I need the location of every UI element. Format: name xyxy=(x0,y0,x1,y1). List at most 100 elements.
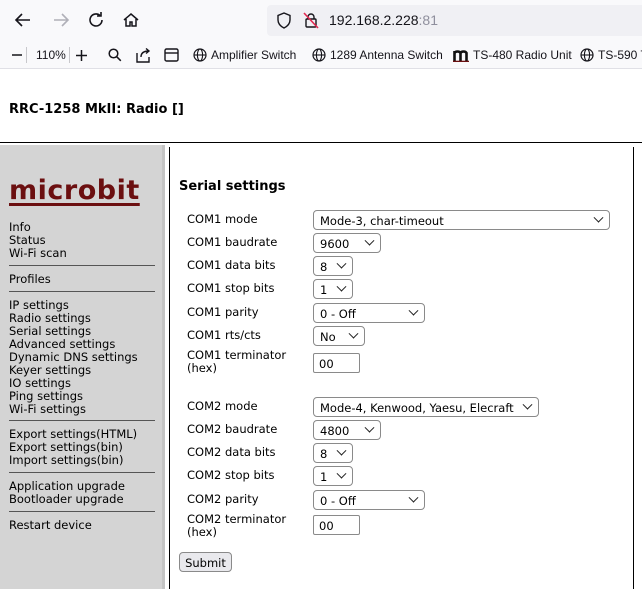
chevron-down-icon xyxy=(336,258,347,269)
com2-terminator-input[interactable]: 00 xyxy=(313,515,360,535)
zoom-level[interactable]: 110% xyxy=(36,46,66,64)
com1-rts-cts-label: COM1 rts/cts xyxy=(187,328,261,342)
com1-parity-value: 0 - Off xyxy=(320,307,356,321)
menu-divider xyxy=(9,472,155,473)
minus-icon xyxy=(12,54,22,56)
home-button[interactable] xyxy=(118,8,144,32)
menu-group-settings: IP settings Radio settings Serial settin… xyxy=(9,299,138,416)
com2-mode-value: Mode-4, Kenwood, Yaesu, Elecraft xyxy=(320,401,514,415)
zoom-out-button[interactable] xyxy=(11,46,27,64)
com1-stop-bits-value: 1 xyxy=(320,283,328,297)
zoom-divider xyxy=(26,47,27,63)
com1-baudrate-value: 9600 xyxy=(320,237,350,251)
com2-terminator-label: COM2 terminator (hex) xyxy=(187,513,286,539)
reload-button[interactable] xyxy=(83,8,109,32)
reload-icon xyxy=(89,12,103,27)
com1-mode-select[interactable]: Mode-3, char-timeout xyxy=(313,210,610,230)
com1-terminator-label-line2: (hex) xyxy=(187,361,217,375)
bookmark-label: 1289 Antenna Switch xyxy=(330,48,443,62)
search-button[interactable] xyxy=(108,46,126,64)
back-button[interactable] xyxy=(10,8,36,32)
url-text: 192.168.2.228:81 xyxy=(329,12,438,28)
com1-parity-label: COM1 parity xyxy=(187,305,259,319)
back-arrow-icon xyxy=(14,13,30,27)
chevron-down-icon xyxy=(364,422,375,433)
menu-divider xyxy=(9,265,155,266)
menu-item-restart-device[interactable]: Restart device xyxy=(9,519,92,532)
com1-baudrate-select[interactable]: 9600 xyxy=(313,233,381,253)
forward-button[interactable] xyxy=(48,8,74,32)
com2-baudrate-select[interactable]: 4800 xyxy=(313,420,381,440)
shield-icon xyxy=(277,12,291,29)
url-port: :81 xyxy=(418,12,438,28)
menu-group-profiles: Profiles xyxy=(9,273,51,286)
sidebar-button[interactable] xyxy=(164,46,183,64)
bookmarks-toolbar: 110% Amplifier Switch 1289 Antenna Switc… xyxy=(0,40,642,69)
share-button[interactable] xyxy=(136,46,155,64)
chevron-down-icon xyxy=(364,235,375,246)
url-host: 192.168.2.228 xyxy=(329,12,419,28)
com1-stop-bits-select[interactable]: 1 xyxy=(313,279,353,299)
globe-icon xyxy=(312,48,326,62)
menu-item-bootloader-upgrade[interactable]: Bootloader upgrade xyxy=(9,493,125,506)
bookmark-amplifier-switch[interactable]: Amplifier Switch xyxy=(193,46,296,64)
chevron-down-icon xyxy=(336,281,347,292)
chevron-down-icon xyxy=(408,305,419,316)
bookmark-ts-480-radio-unit[interactable]: TS-480 Radio Unit xyxy=(453,46,572,64)
insecure-lock-icon xyxy=(303,12,319,29)
menu-group-export: Export settings(HTML) Export settings(bi… xyxy=(9,428,137,467)
chevron-down-icon xyxy=(336,468,347,479)
address-bar[interactable]: 192.168.2.228:81 xyxy=(267,5,642,36)
com1-terminator-label: COM1 terminator (hex) xyxy=(187,349,286,375)
section-heading: Serial settings xyxy=(179,179,286,194)
com2-data-bits-label: COM2 data bits xyxy=(187,445,276,459)
com2-parity-select[interactable]: 0 - Off xyxy=(313,490,425,510)
com2-parity-value: 0 - Off xyxy=(320,494,356,508)
menu-item-wifi-scan[interactable]: Wi-Fi scan xyxy=(9,247,67,260)
com2-mode-label: COM2 mode xyxy=(187,399,258,413)
com2-mode-select[interactable]: Mode-4, Kenwood, Yaesu, Elecraft xyxy=(313,397,539,417)
com1-terminator-input[interactable]: 00 xyxy=(313,353,360,373)
com1-rts-cts-select[interactable]: No xyxy=(313,326,365,346)
com1-stop-bits-label: COM1 stop bits xyxy=(187,281,275,295)
bookmark-label: Amplifier Switch xyxy=(211,48,297,62)
microbit-logo: microbit xyxy=(9,175,140,206)
bookmark-1289-antenna-switch[interactable]: 1289 Antenna Switch xyxy=(312,46,443,64)
chevron-down-icon xyxy=(408,492,419,503)
chevron-down-icon xyxy=(348,328,359,339)
com1-data-bits-value: 8 xyxy=(320,260,328,274)
sidebar: microbit Info Status Wi-Fi scan Profiles… xyxy=(0,145,165,589)
menu-item-profiles[interactable]: Profiles xyxy=(9,273,51,286)
globe-icon xyxy=(193,48,207,62)
menu-divider xyxy=(9,511,155,512)
com1-mode-value: Mode-3, char-timeout xyxy=(320,214,444,228)
com1-rts-cts-value: No xyxy=(320,330,336,344)
com2-data-bits-select[interactable]: 8 xyxy=(313,443,353,463)
zoom-in-button[interactable] xyxy=(75,46,92,64)
com2-parity-label: COM2 parity xyxy=(187,492,259,506)
submit-button[interactable]: Submit xyxy=(179,552,232,572)
com1-baudrate-label: COM1 baudrate xyxy=(187,235,278,249)
bookmark-ts-590[interactable]: TS-590 T xyxy=(580,46,642,64)
com2-baudrate-value: 4800 xyxy=(320,424,350,438)
menu-divider xyxy=(9,291,155,292)
globe-icon xyxy=(580,48,594,62)
com2-stop-bits-select[interactable]: 1 xyxy=(313,466,353,486)
com2-stop-bits-label: COM2 stop bits xyxy=(187,468,275,482)
menu-group-status: Info Status Wi-Fi scan xyxy=(9,221,67,260)
com1-parity-select[interactable]: 0 - Off xyxy=(313,303,425,323)
plus-icon xyxy=(76,49,87,61)
chevron-down-icon xyxy=(522,399,533,410)
menu-item-import-bin[interactable]: Import settings(bin) xyxy=(9,454,137,467)
page-title: RRC-1258 MkII: Radio [] xyxy=(9,102,184,117)
search-icon xyxy=(108,48,122,62)
com2-terminator-label-line2: (hex) xyxy=(187,525,217,539)
com1-data-bits-select[interactable]: 8 xyxy=(313,256,353,276)
window-icon xyxy=(164,48,179,62)
com2-baudrate-label: COM2 baudrate xyxy=(187,422,278,436)
header-divider xyxy=(0,142,642,143)
menu-item-wifi-settings[interactable]: Wi-Fi settings xyxy=(9,403,138,416)
menu-group-upgrade: Application upgrade Bootloader upgrade xyxy=(9,480,125,506)
menu-divider xyxy=(9,420,155,421)
bookmark-label: TS-480 Radio Unit xyxy=(473,48,572,62)
